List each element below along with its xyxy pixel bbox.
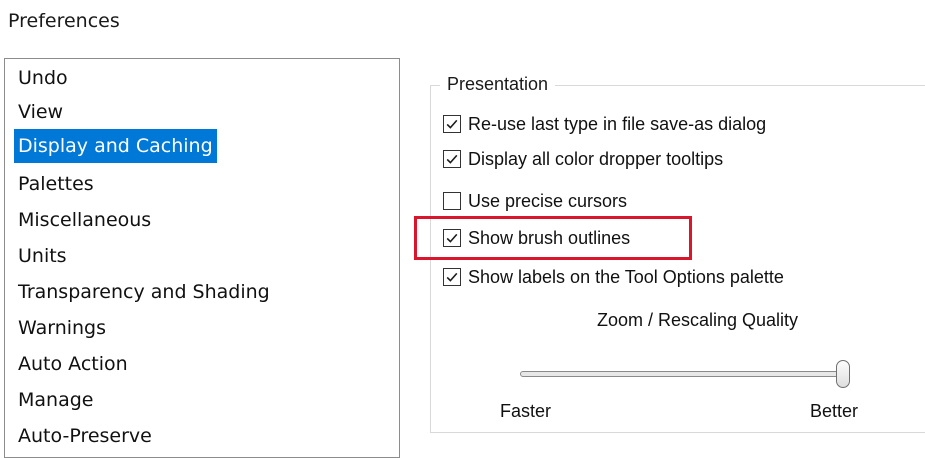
category-item-transparency-and-shading[interactable]: Transparency and Shading [14, 275, 274, 309]
checkmark-icon [446, 233, 458, 243]
show-brush-outlines-checkbox[interactable] [443, 229, 461, 247]
slider-track[interactable] [520, 371, 850, 377]
category-item-miscellaneous[interactable]: Miscellaneous [14, 203, 155, 237]
presentation-group-title: Presentation [440, 73, 556, 95]
use-precise-cursors-checkbox[interactable] [443, 192, 461, 210]
category-item-auto-action[interactable]: Auto Action [14, 347, 132, 381]
show-tool-options-labels-checkbox[interactable] [443, 268, 461, 286]
slider-min-label: Faster [500, 401, 552, 421]
slider-thumb[interactable] [836, 360, 850, 388]
option-show-tool-options-labels[interactable]: Show labels on the Tool Options palette [443, 264, 784, 290]
option-display-color-dropper-tooltips[interactable]: Display all color dropper tooltips [443, 146, 723, 172]
category-item-display-and-caching[interactable]: Display and Caching [14, 129, 217, 163]
checkmark-icon [446, 272, 458, 282]
zoom-quality-label: Zoom / Rescaling Quality [596, 310, 799, 330]
checkmark-icon [446, 154, 458, 164]
category-list[interactable]: Undo View Display and Caching Palettes M… [4, 58, 400, 458]
show-brush-outlines-label: Show brush outlines [468, 227, 631, 248]
slider-max-label: Better [810, 401, 859, 421]
display-color-dropper-tooltips-checkbox[interactable] [443, 150, 461, 168]
checkmark-icon [446, 119, 458, 129]
zoom-quality-slider[interactable] [520, 360, 850, 394]
category-item-manage[interactable]: Manage [14, 383, 97, 417]
reuse-last-type-label: Re-use last type in file save-as dialog [468, 113, 767, 134]
option-use-precise-cursors[interactable]: Use precise cursors [443, 188, 627, 214]
category-item-view[interactable]: View [14, 95, 67, 129]
option-show-brush-outlines[interactable]: Show brush outlines [443, 225, 630, 251]
option-reuse-last-type[interactable]: Re-use last type in file save-as dialog [443, 111, 766, 137]
category-item-palettes[interactable]: Palettes [14, 167, 98, 201]
dialog-title: Preferences [8, 10, 120, 32]
category-item-units[interactable]: Units [14, 239, 71, 273]
use-precise-cursors-label: Use precise cursors [468, 190, 628, 211]
category-item-warnings[interactable]: Warnings [14, 311, 110, 345]
category-item-auto-preserve[interactable]: Auto-Preserve [14, 419, 156, 453]
category-item-undo[interactable]: Undo [14, 61, 72, 95]
display-color-dropper-tooltips-label: Display all color dropper tooltips [468, 148, 724, 169]
reuse-last-type-checkbox[interactable] [443, 115, 461, 133]
show-tool-options-labels-label: Show labels on the Tool Options palette [468, 266, 784, 287]
